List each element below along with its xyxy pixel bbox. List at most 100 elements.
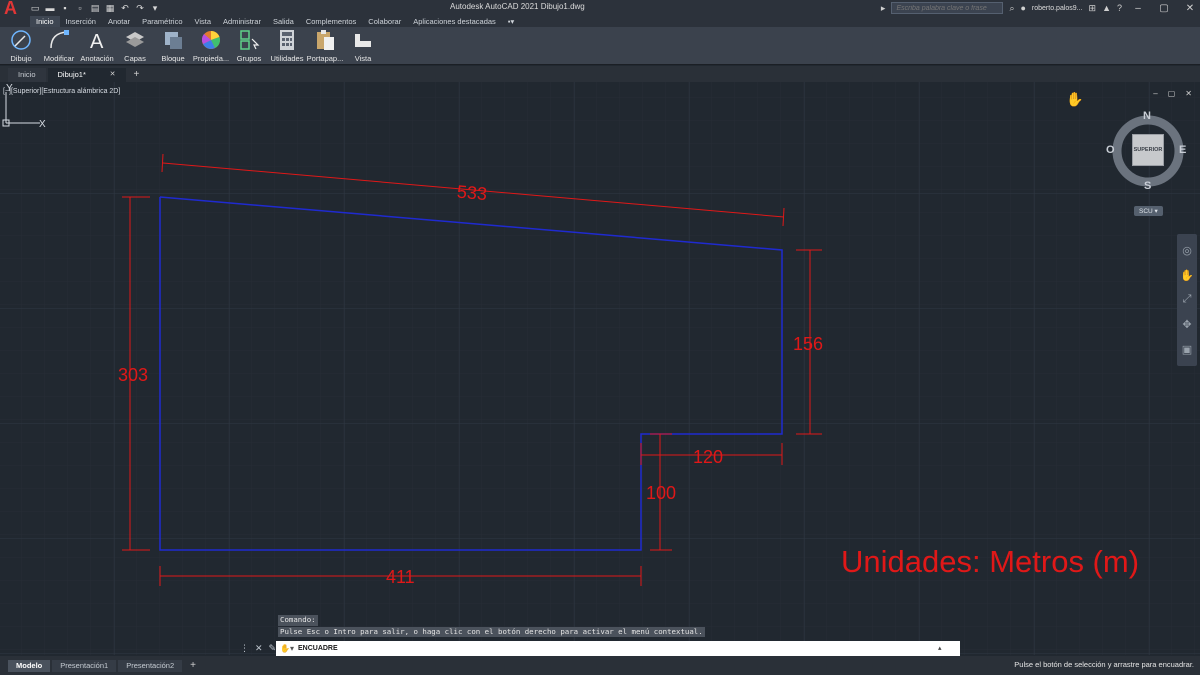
search-icon[interactable]: ⌕: [1009, 3, 1014, 14]
command-prompt-icon[interactable]: ✋▾: [280, 644, 294, 653]
utilities-button[interactable]: Utilidades: [270, 27, 304, 64]
close-icon[interactable]: ✕: [255, 643, 263, 654]
compass-east[interactable]: E: [1179, 144, 1186, 156]
dim-step-width-label: 120: [693, 447, 723, 467]
modify-label: Modificar: [43, 54, 75, 63]
tab-salida[interactable]: Salida: [267, 16, 300, 27]
ucs-menu-button[interactable]: SCU ▾: [1134, 206, 1163, 216]
tab-start-label: Inicio: [18, 70, 36, 79]
drawing-area[interactable]: 533 303 156 120 100 411 [−][Superior][Es…: [0, 82, 1200, 655]
draw-button[interactable]: Dibujo: [4, 27, 38, 64]
customize-wrench-icon[interactable]: ✎: [269, 643, 277, 654]
pan-icon[interactable]: ✋: [1180, 269, 1194, 282]
user-icon[interactable]: ●: [1020, 3, 1025, 13]
status-message: Pulse el botón de selección y arrastre p…: [1014, 660, 1194, 669]
block-icon: [162, 29, 184, 51]
compass-west[interactable]: O: [1106, 144, 1115, 156]
pan-hand-icon: ✋: [1066, 91, 1084, 107]
cart-icon[interactable]: ⊞: [1089, 3, 1097, 14]
tab-vista[interactable]: Vista: [189, 16, 218, 27]
layout-tab-model[interactable]: Modelo: [8, 659, 51, 672]
view-button[interactable]: Vista: [346, 27, 380, 64]
units-note: Unidades: Metros (m): [841, 544, 1140, 579]
modify-button[interactable]: Modificar: [42, 27, 76, 64]
save-as-icon[interactable]: ▫: [75, 3, 85, 13]
ribbon-options-icon[interactable]: ▪▾: [502, 16, 520, 27]
status-bar: Modelo Presentación1 Presentación2 + Pul…: [0, 656, 1200, 675]
properties-button[interactable]: Propieda...: [192, 27, 230, 64]
tab-start[interactable]: Inicio: [8, 68, 46, 82]
tab-administrar[interactable]: Administrar: [217, 16, 267, 27]
modify-icon: [48, 29, 70, 51]
ucs-label: SCU: [1139, 208, 1153, 215]
search-input[interactable]: [891, 2, 1004, 14]
maximize-button[interactable]: ▢: [1154, 3, 1174, 14]
navigation-bar: ◎ ✋ ⤢ ✥ ▣: [1177, 234, 1197, 366]
layout-tab-presentation1[interactable]: Presentación1: [52, 659, 117, 672]
dim-left-label: 303: [118, 365, 148, 385]
draw-icon: [10, 29, 32, 51]
qat-dropdown-icon[interactable]: ▾: [150, 3, 160, 13]
svg-text:A: A: [90, 31, 104, 51]
groups-label: Grupos: [236, 54, 262, 63]
command-history-line: Comando:: [278, 615, 318, 626]
close-icon[interactable]: ✕: [110, 68, 116, 82]
command-history-line: Pulse Esc o Intro para salir, o haga cli…: [278, 626, 705, 637]
tab-anotar[interactable]: Anotar: [102, 16, 136, 27]
connect-icon[interactable]: ▲: [1102, 3, 1111, 13]
add-tab-button[interactable]: +: [128, 68, 146, 82]
tab-inicio[interactable]: Inicio: [30, 16, 60, 27]
app-logo[interactable]: A: [0, 0, 26, 17]
plot-icon[interactable]: ▤: [90, 3, 100, 13]
compass-south[interactable]: S: [1144, 180, 1151, 192]
annotation-button[interactable]: A Anotación: [80, 27, 114, 64]
tab-insercion[interactable]: Inserción: [60, 16, 102, 27]
layers-button[interactable]: Capas: [118, 27, 152, 64]
groups-button[interactable]: Grupos: [232, 27, 266, 64]
arrow-right-icon[interactable]: ▸: [881, 3, 886, 14]
compass-north[interactable]: N: [1143, 110, 1151, 122]
command-input[interactable]: [297, 644, 938, 652]
view-label: Vista: [354, 54, 372, 63]
maximize-icon[interactable]: ▢: [1168, 89, 1176, 98]
block-button[interactable]: Bloque: [156, 27, 190, 64]
tab-aplicaciones[interactable]: Aplicaciones destacadas: [407, 16, 502, 27]
steering-wheel-icon[interactable]: ◎: [1182, 244, 1192, 257]
orbit-icon[interactable]: ✥: [1182, 318, 1191, 331]
close-icon[interactable]: ✕: [1185, 89, 1192, 98]
viewcube[interactable]: N S E O SUPERIOR: [1106, 110, 1186, 192]
tab-complementos[interactable]: Complementos: [300, 16, 362, 27]
layout-tab-presentation2[interactable]: Presentación2: [118, 659, 183, 672]
new-icon[interactable]: ▭: [30, 3, 40, 13]
tab-colaborar[interactable]: Colaborar: [362, 16, 407, 27]
title-bar: A ▭ ▬ ▪ ▫ ▤ ▦ ↶ ↷ ▾ Autodesk AutoCAD 202…: [0, 0, 1200, 17]
utilities-label: Utilidades: [270, 54, 304, 63]
help-icon[interactable]: ?: [1117, 3, 1122, 13]
command-input-box[interactable]: ✋▾ ▴: [276, 640, 960, 656]
minimize-icon[interactable]: –: [1153, 89, 1157, 98]
print-icon[interactable]: ▦: [105, 3, 115, 13]
user-name[interactable]: roberto.palos9...: [1032, 5, 1083, 12]
zoom-extents-icon[interactable]: ⤢: [1183, 293, 1192, 306]
properties-label: Propieda...: [192, 54, 230, 63]
viewcube-face-top[interactable]: SUPERIOR: [1132, 134, 1164, 166]
minimize-button[interactable]: –: [1128, 3, 1148, 14]
tab-drawing[interactable]: Dibujo1* ✕: [47, 68, 126, 82]
dim-step-height-label: 100: [646, 483, 676, 503]
tab-parametrico[interactable]: Paramétrico: [136, 16, 188, 27]
close-button[interactable]: ✕: [1180, 3, 1200, 14]
save-icon[interactable]: ▪: [60, 3, 70, 13]
add-layout-button[interactable]: +: [184, 660, 202, 671]
clipboard-button[interactable]: Portapap...: [307, 27, 343, 64]
dim-right-label: 156: [793, 334, 823, 354]
open-icon[interactable]: ▬: [45, 3, 55, 13]
command-history-toggle-icon[interactable]: ▴: [938, 644, 942, 652]
block-label: Bloque: [161, 54, 185, 63]
grip-icon[interactable]: ⋮: [240, 643, 249, 654]
quick-access-toolbar: ▭ ▬ ▪ ▫ ▤ ▦ ↶ ↷ ▾: [30, 3, 160, 13]
layers-icon: [124, 29, 146, 51]
redo-icon[interactable]: ↷: [135, 3, 145, 13]
undo-icon[interactable]: ↶: [120, 3, 130, 13]
layers-label: Capas: [124, 54, 146, 63]
showmotion-icon[interactable]: ▣: [1182, 343, 1192, 356]
